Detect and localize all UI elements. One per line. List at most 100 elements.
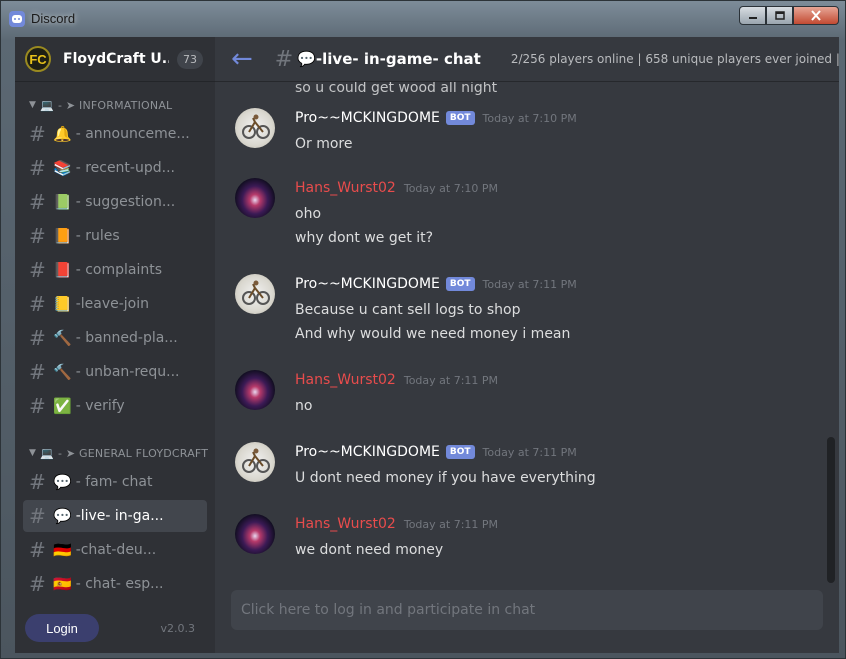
version-label: v2.0.3 xyxy=(160,621,196,635)
channel-emoji-icon: ✅ xyxy=(53,397,72,415)
message-text: why dont we get it? xyxy=(295,230,434,246)
channel-emoji-icon: 📒 xyxy=(53,295,72,313)
close-button[interactable] xyxy=(793,6,839,25)
hash-icon: # xyxy=(29,394,46,418)
author-name[interactable]: Pro~~MCKINGDOME xyxy=(295,110,440,126)
hash-icon: # xyxy=(29,122,46,146)
title-bar[interactable]: Discord xyxy=(1,1,846,36)
minimize-icon xyxy=(748,16,757,19)
laptop-icon: 💻 xyxy=(40,446,55,460)
sidebar-channel[interactable]: # 💬 - fam- chat xyxy=(23,466,207,498)
sidebar-channel[interactable]: # 📕 - complaints xyxy=(23,254,207,286)
channel-emoji-icon: 📚 xyxy=(53,159,72,177)
channel-emoji-icon: 💬 xyxy=(53,507,72,525)
sidebar-channel[interactable]: # ✅ - verify xyxy=(23,390,207,422)
channel-emoji-icon: 💬 xyxy=(53,473,72,491)
message-content: U dont need money if you have everything xyxy=(295,466,596,490)
channel-label: -leave-join xyxy=(75,296,149,312)
message-text: And why would we need money i mean xyxy=(295,326,571,342)
avatar[interactable] xyxy=(235,178,275,218)
author-name[interactable]: Pro~~MCKINGDOME xyxy=(295,276,440,292)
avatar[interactable] xyxy=(235,442,275,482)
channel-label: - recent-upd... xyxy=(75,160,175,176)
sidebar-channel[interactable]: # 📒 -leave-join xyxy=(23,288,207,320)
channel-label: - unban-requ... xyxy=(75,364,180,380)
sidebar-channel[interactable]: # 💬 -live- in-ga... xyxy=(23,500,207,532)
sidebar-channel[interactable]: # 🇪🇸 - chat- esp... xyxy=(23,568,207,600)
channel-label: - chat- esp... xyxy=(75,576,164,592)
message-timestamp: Today at 7:10 PM xyxy=(482,111,577,125)
message-text: U dont need money if you have everything xyxy=(295,470,596,486)
channel-emoji-icon: 🔨 xyxy=(53,329,72,347)
close-icon xyxy=(811,10,821,21)
message-timestamp: Today at 7:10 PM xyxy=(403,181,499,195)
hash-icon: # xyxy=(29,156,46,180)
avatar[interactable] xyxy=(235,370,275,410)
author-name[interactable]: Hans_Wurst02 xyxy=(295,180,396,196)
channel-header: ← # 💬-live- in-game- chat 2/256 players … xyxy=(215,37,839,82)
chevron-down-icon: ▼ xyxy=(29,100,37,110)
message-content: we dont need money xyxy=(295,538,443,562)
message-text: oho xyxy=(295,206,322,222)
channel-label: - announceme... xyxy=(75,126,190,142)
channel-emoji-icon: 📕 xyxy=(53,261,72,279)
channel-category[interactable]: ▼ 💻 - ➤ GENERAL FLOYDCRAFT xyxy=(15,442,215,464)
message-content: no xyxy=(295,394,312,418)
hash-icon: # xyxy=(29,538,46,562)
message-content: Or more xyxy=(295,132,353,156)
sidebar-channel[interactable]: # 📙 - rules xyxy=(23,220,207,252)
channel-emoji-icon: 📙 xyxy=(53,227,72,245)
channel-label: - banned-pla... xyxy=(75,330,178,346)
hash-icon: # xyxy=(29,224,46,248)
message-header: Hans_Wurst02 Today at 7:10 PM xyxy=(295,180,498,196)
avatar[interactable] xyxy=(235,274,275,314)
channel-emoji-icon: 🔨 xyxy=(53,363,72,381)
back-arrow-icon[interactable]: ← xyxy=(231,46,253,72)
maximize-button[interactable] xyxy=(766,6,793,25)
bot-badge: BOT xyxy=(445,277,475,291)
maximize-icon xyxy=(774,10,785,20)
chat-main: ← # 💬-live- in-game- chat 2/256 players … xyxy=(215,37,839,653)
message-scrollbar[interactable] xyxy=(827,85,835,583)
message-text: we dont need money xyxy=(295,542,444,558)
channel-label: -chat-deu... xyxy=(75,542,157,558)
message-content: Because u cant sell logs to shop And why … xyxy=(295,298,570,346)
sidebar-channel[interactable]: # 🔨 - banned-pla... xyxy=(23,322,207,354)
login-button[interactable]: Login xyxy=(25,614,99,642)
bot-badge: BOT xyxy=(445,445,475,459)
scrollbar-thumb[interactable] xyxy=(827,437,835,583)
sidebar-channel[interactable]: # 📗 - suggestion... xyxy=(23,186,207,218)
avatar[interactable] xyxy=(235,108,275,148)
channel-label: - rules xyxy=(75,228,120,244)
channel-emoji-icon: 🔔 xyxy=(53,125,72,143)
author-name[interactable]: Hans_Wurst02 xyxy=(295,372,396,388)
hash-icon: # xyxy=(29,360,46,384)
category-label: - ➤ GENERAL FLOYDCRAFT xyxy=(58,446,209,460)
minimize-button[interactable] xyxy=(739,6,766,25)
sidebar-channel[interactable]: # 🔔 - announceme... xyxy=(23,118,207,150)
guild-header[interactable]: FC FloydCraft U... 73 xyxy=(15,37,215,82)
message-text: no xyxy=(295,398,313,414)
author-name[interactable]: Pro~~MCKINGDOME xyxy=(295,444,440,460)
channel-topic: 2/256 players online | 658 unique player… xyxy=(510,52,839,66)
member-count-badge: 73 xyxy=(177,49,203,69)
message-header: Pro~~MCKINGDOME BOT Today at 7:11 PM xyxy=(295,444,577,460)
sidebar-channel[interactable]: # 📚 - recent-upd... xyxy=(23,152,207,184)
avatar[interactable] xyxy=(235,514,275,554)
message-header: Hans_Wurst02 Today at 7:11 PM xyxy=(295,372,498,388)
channel-label: -live- in-ga... xyxy=(75,508,164,524)
sidebar-channel[interactable]: # 🔨 - unban-requ... xyxy=(23,356,207,388)
message-list[interactable]: so u could get wood all night Pro~~MCKIN… xyxy=(215,82,827,582)
chat-input[interactable]: Click here to log in and participate in … xyxy=(231,590,823,630)
sidebar-channel[interactable]: # 🇩🇪 -chat-deu... xyxy=(23,534,207,566)
guild-logo: FC xyxy=(25,46,51,72)
window-controls xyxy=(739,6,839,25)
message-timestamp: Today at 7:11 PM xyxy=(482,277,577,291)
hash-icon: # xyxy=(29,470,46,494)
channel-emoji-icon: 🇩🇪 xyxy=(53,541,72,559)
message-header: Hans_Wurst02 Today at 7:11 PM xyxy=(295,516,498,532)
channel-category[interactable]: ▼ 💻 - ➤ INFORMATIONAL xyxy=(15,94,215,116)
author-name[interactable]: Hans_Wurst02 xyxy=(295,516,396,532)
hash-icon: # xyxy=(29,572,46,596)
message-header: Pro~~MCKINGDOME BOT Today at 7:11 PM xyxy=(295,276,577,292)
